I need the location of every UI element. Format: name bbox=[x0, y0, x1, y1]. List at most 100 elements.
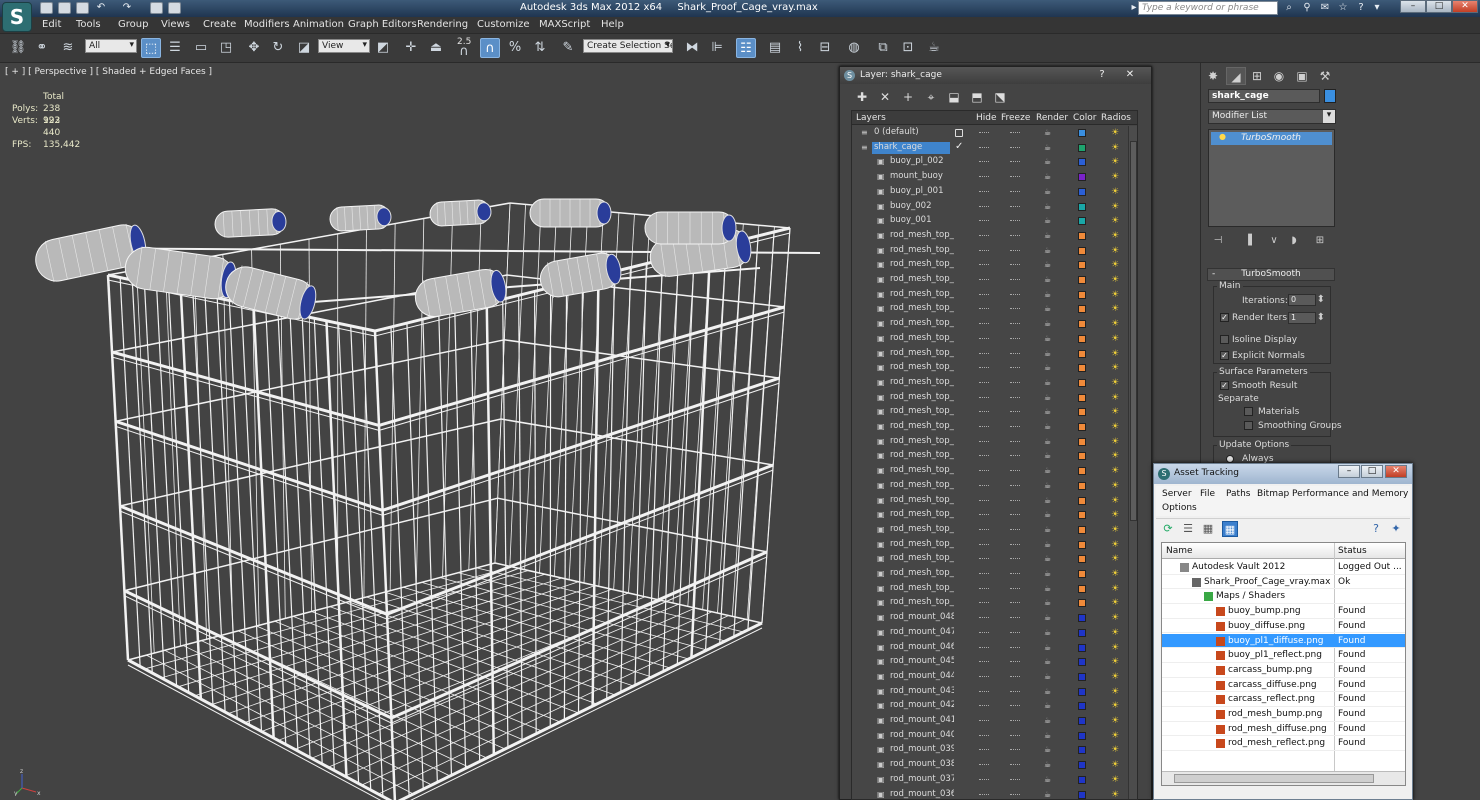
isoline-display-checkbox[interactable] bbox=[1220, 335, 1229, 344]
render-teapot-icon[interactable]: ☕ bbox=[1044, 775, 1053, 783]
modifier-stack-item-turbosmooth[interactable]: TurboSmooth bbox=[1211, 132, 1332, 145]
refresh-icon[interactable]: ⟳ bbox=[1160, 521, 1176, 537]
utilities-tab-icon[interactable]: ⚒ bbox=[1315, 67, 1335, 85]
layer-color-swatch[interactable] bbox=[1078, 437, 1086, 446]
snaps-toggle-icon[interactable]: ∩ bbox=[454, 42, 474, 62]
select-object-icon[interactable]: ⬚ bbox=[141, 38, 161, 58]
add-selected-to-layer-icon[interactable]: + bbox=[900, 89, 916, 105]
active-layer-check-icon[interactable]: ✓ bbox=[955, 141, 963, 152]
layer-row[interactable]: ▣ rod_mesh_top_0 ☕ ☀ bbox=[852, 582, 1128, 597]
menu-tools[interactable]: Tools bbox=[76, 19, 101, 30]
layer-name-cell[interactable]: rod_mesh_top_0 bbox=[888, 259, 954, 271]
render-teapot-icon[interactable]: ☕ bbox=[1044, 790, 1053, 798]
close-button[interactable]: ✕ bbox=[1452, 0, 1478, 13]
layer-name-cell[interactable]: rod_mesh_top_0 bbox=[888, 465, 954, 477]
hide-toggle[interactable] bbox=[979, 573, 989, 575]
radiosity-icon[interactable]: ☀ bbox=[1111, 437, 1122, 447]
render-teapot-icon[interactable]: ☕ bbox=[1044, 584, 1053, 592]
layer-color-swatch[interactable] bbox=[1078, 790, 1086, 799]
hide-toggle[interactable] bbox=[979, 543, 989, 546]
hide-toggle[interactable] bbox=[979, 617, 989, 619]
layer-name-cell[interactable]: rod_mesh_top_0 bbox=[888, 509, 954, 521]
layer-name-cell[interactable]: rod_mount_046 bbox=[888, 642, 954, 654]
search-input[interactable]: Type a keyword or phrase bbox=[1138, 1, 1278, 15]
modifier-list-dropdown[interactable]: Modifier List bbox=[1208, 109, 1336, 124]
asset-horizontal-scrollbar-thumb[interactable] bbox=[1174, 774, 1374, 783]
render-teapot-icon[interactable]: ☕ bbox=[1044, 290, 1053, 298]
hide-toggle[interactable] bbox=[979, 264, 989, 266]
layer-row[interactable]: ▣ rod_mount_041 ☕ ☀ bbox=[852, 714, 1128, 729]
rectangular-selection-icon[interactable]: ▭ bbox=[191, 38, 211, 58]
display-tab-icon[interactable]: ▣ bbox=[1292, 67, 1312, 85]
current-layer-indicator-icon[interactable] bbox=[955, 129, 963, 137]
asset-maximize-button[interactable]: □ bbox=[1361, 465, 1383, 478]
layer-name-cell[interactable]: rod_mesh_top_0 bbox=[888, 230, 954, 242]
layer-row[interactable]: ▣ rod_mount_044 ☕ ☀ bbox=[852, 670, 1128, 685]
radiosity-icon[interactable]: ☀ bbox=[1111, 349, 1122, 359]
always-radio[interactable] bbox=[1226, 455, 1234, 463]
asset-row[interactable]: Maps / Shaders bbox=[1162, 589, 1405, 605]
hide-toggle[interactable] bbox=[979, 367, 989, 369]
layer-name-cell[interactable]: rod_mount_040 bbox=[888, 730, 954, 742]
hide-toggle[interactable] bbox=[979, 426, 989, 428]
layer-color-swatch[interactable] bbox=[1078, 187, 1086, 196]
layer-row[interactable]: ▣ rod_mount_038 ☕ ☀ bbox=[852, 758, 1128, 773]
layer-name-cell[interactable]: rod_mesh_top_0 bbox=[888, 274, 954, 286]
hide-toggle[interactable] bbox=[979, 337, 989, 340]
menu-rendering[interactable]: Rendering bbox=[417, 19, 468, 30]
render-teapot-icon[interactable]: ☕ bbox=[1044, 173, 1053, 181]
layer-name-cell[interactable]: rod_mesh_top_0 bbox=[888, 348, 954, 360]
freeze-toggle[interactable] bbox=[1010, 190, 1020, 193]
layer-row[interactable]: ▣ rod_mount_043 ☕ ☀ bbox=[852, 685, 1128, 700]
layer-color-swatch[interactable] bbox=[1078, 290, 1086, 299]
layer-row[interactable]: ▣ rod_mesh_top_0 ☕ ☀ bbox=[852, 302, 1128, 317]
hide-toggle[interactable] bbox=[979, 528, 989, 531]
column-hide[interactable]: Hide bbox=[976, 113, 997, 123]
radiosity-icon[interactable]: ☀ bbox=[1111, 790, 1122, 800]
hide-toggle[interactable] bbox=[979, 234, 989, 237]
hide-toggle[interactable] bbox=[979, 249, 989, 252]
menu-create[interactable]: Create bbox=[203, 19, 236, 30]
hide-toggle[interactable] bbox=[979, 161, 989, 163]
column-freeze[interactable]: Freeze bbox=[1001, 113, 1030, 123]
freeze-toggle[interactable] bbox=[1010, 602, 1020, 604]
hide-toggle[interactable] bbox=[979, 690, 989, 693]
layer-color-swatch[interactable] bbox=[1078, 246, 1086, 255]
layer-name-cell[interactable]: rod_mesh_top_0 bbox=[888, 333, 954, 345]
asset-close-button[interactable]: ✕ bbox=[1385, 465, 1407, 478]
layer-name-cell[interactable]: rod_mount_044 bbox=[888, 671, 954, 683]
layer-row[interactable]: ▣ buoy_pl_002 ☕ ☀ bbox=[852, 155, 1128, 170]
asset-horizontal-scrollbar[interactable] bbox=[1162, 771, 1405, 785]
radiosity-icon[interactable]: ☀ bbox=[1111, 451, 1122, 461]
column-radiosity[interactable]: Radios bbox=[1101, 113, 1131, 123]
radiosity-icon[interactable]: ☀ bbox=[1111, 363, 1122, 373]
freeze-toggle[interactable] bbox=[1010, 499, 1020, 502]
menu-maxscript[interactable]: MAXScript bbox=[539, 19, 590, 30]
layer-color-swatch[interactable] bbox=[1078, 540, 1086, 549]
layer-color-swatch[interactable] bbox=[1078, 628, 1086, 637]
freeze-toggle[interactable] bbox=[1010, 367, 1020, 369]
layer-row[interactable]: ▣ mount_buoy ☕ ☀ bbox=[852, 170, 1128, 185]
radiosity-icon[interactable]: ☀ bbox=[1111, 231, 1122, 241]
radiosity-icon[interactable]: ☀ bbox=[1111, 172, 1122, 182]
create-new-layer-icon[interactable]: ✚ bbox=[854, 89, 870, 105]
layer-row[interactable]: ▣ rod_mesh_top_0 ☕ ☀ bbox=[852, 435, 1128, 450]
freeze-toggle[interactable] bbox=[1010, 234, 1020, 237]
layer-name-cell[interactable]: rod_mesh_top_0 bbox=[888, 245, 954, 257]
radiosity-icon[interactable]: ☀ bbox=[1111, 466, 1122, 476]
layer-row[interactable]: ▣ rod_mesh_top_0 ☕ ☀ bbox=[852, 596, 1128, 611]
select-by-name-icon[interactable]: ☰ bbox=[165, 38, 185, 58]
hide-toggle[interactable] bbox=[979, 470, 989, 472]
render-iters-spinner[interactable]: 1 bbox=[1288, 312, 1325, 324]
schematic-view-icon[interactable]: ⊟ bbox=[815, 38, 835, 58]
render-production-icon[interactable]: ☕ bbox=[924, 38, 944, 58]
layer-name-cell[interactable]: buoy_pl_002 bbox=[888, 156, 954, 168]
radiosity-icon[interactable]: ☀ bbox=[1111, 775, 1122, 785]
hide-toggle[interactable] bbox=[979, 720, 989, 722]
layer-row[interactable]: ▣ rod_mesh_top_0 ☕ ☀ bbox=[852, 552, 1128, 567]
layer-row[interactable]: ▣ rod_mesh_top_0 ☕ ☀ bbox=[852, 332, 1128, 347]
render-teapot-icon[interactable]: ☕ bbox=[1044, 305, 1053, 313]
render-teapot-icon[interactable]: ☕ bbox=[1044, 481, 1053, 489]
grid-view-icon[interactable]: ▦ bbox=[1222, 521, 1238, 537]
asset-menu-bitmap-performance[interactable]: Bitmap Performance and Memory bbox=[1257, 489, 1408, 499]
